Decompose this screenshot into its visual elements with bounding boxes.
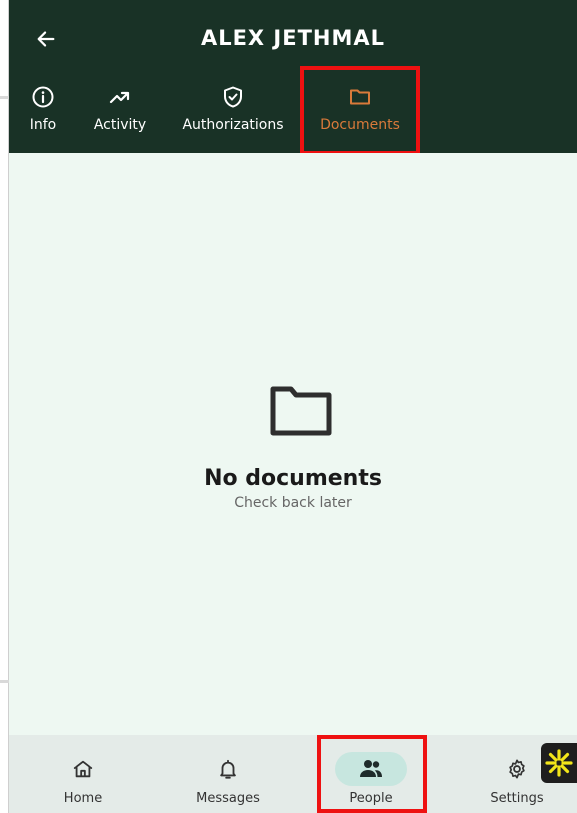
bell-icon	[220, 759, 236, 779]
bottom-navigation: Home Messages People Settings	[9, 735, 577, 813]
left-edge	[0, 0, 9, 813]
profile-tabs: Info Activity Authorizations Documents	[9, 84, 577, 153]
nav-settings-label: Settings	[490, 791, 544, 806]
empty-state-title: No documents	[204, 466, 382, 491]
tab-info-label: Info	[29, 117, 57, 133]
trending-up-icon	[109, 91, 130, 104]
tab-documents-label: Documents	[320, 117, 400, 133]
shield-check-icon	[224, 86, 242, 108]
home-icon	[73, 760, 93, 778]
tab-authorizations[interactable]: Authorizations	[179, 84, 287, 144]
empty-state-subtitle: Check back later	[234, 495, 352, 511]
page-title: ALEX JETHMAL	[200, 26, 386, 50]
tab-activity[interactable]: Activity	[89, 84, 151, 144]
folder-icon	[270, 386, 332, 436]
sparkle-icon	[545, 749, 573, 777]
people-icon	[360, 760, 382, 777]
tab-activity-label: Activity	[93, 117, 147, 133]
tab-info[interactable]: Info	[23, 84, 63, 144]
left-edge-tick	[0, 96, 9, 99]
tab-authorizations-label: Authorizations	[182, 117, 284, 133]
nav-messages[interactable]: Messages	[183, 735, 273, 813]
assistant-fab[interactable]	[541, 743, 577, 783]
left-edge-tick	[0, 680, 9, 683]
nav-home-label: Home	[63, 791, 103, 806]
profile-header: ALEX JETHMAL Info Activity Authorization…	[9, 0, 577, 153]
folder-icon	[350, 89, 370, 105]
nav-people-label: People	[349, 791, 393, 806]
info-circle-icon	[32, 86, 54, 108]
active-pill	[335, 752, 407, 786]
documents-content: No documents Check back later	[9, 153, 577, 735]
gear-icon	[509, 759, 525, 779]
tab-documents[interactable]: Documents	[315, 84, 405, 144]
nav-home[interactable]: Home	[47, 735, 119, 813]
nav-people[interactable]: People	[335, 735, 407, 813]
nav-messages-label: Messages	[196, 791, 260, 806]
